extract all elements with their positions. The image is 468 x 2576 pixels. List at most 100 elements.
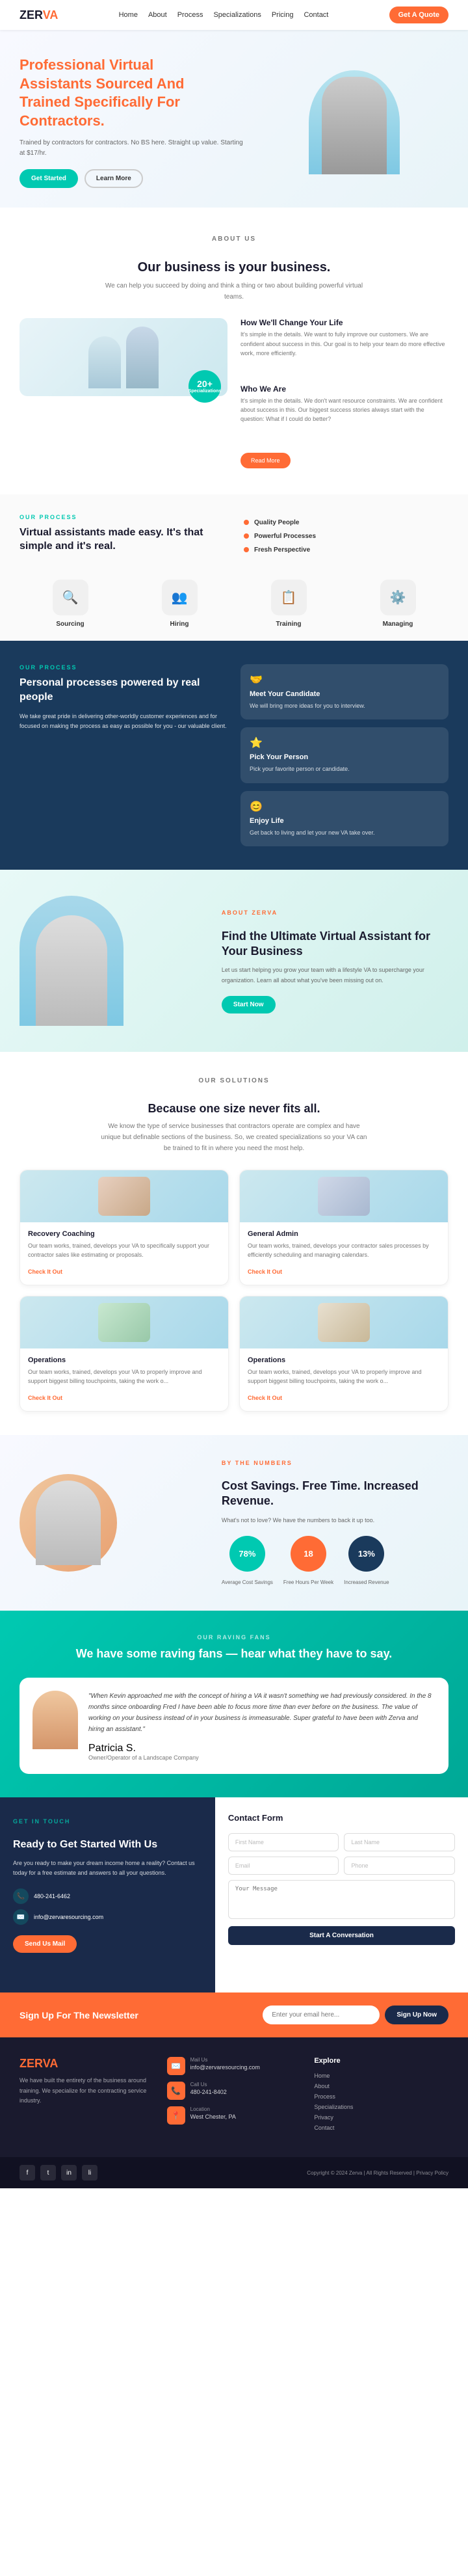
testimonial-heading: We have some raving fans — hear what the…	[20, 1646, 448, 1662]
savings-person-placeholder	[36, 1481, 101, 1565]
linkedin-icon[interactable]: li	[82, 2165, 98, 2180]
contact-first-name-input[interactable]	[228, 1833, 339, 1851]
contact-phone: 480-241-6462	[34, 1893, 70, 1899]
specs-heading: Because one size never fits all.	[20, 1102, 448, 1116]
contact-last-name-input[interactable]	[344, 1833, 455, 1851]
about-people-placeholder	[88, 327, 159, 388]
process-text-col: Our Process Virtual assistants made easy…	[20, 514, 224, 564]
contact-submit-button[interactable]: Start A Conversation	[228, 1926, 455, 1945]
twitter-icon[interactable]: t	[40, 2165, 56, 2180]
personal-card-enjoy-body: Get back to living and let your new VA t…	[250, 828, 439, 837]
hero-description: Trained by contractors for contractors. …	[20, 138, 246, 159]
find-va-person-image	[20, 896, 124, 1026]
nav-link-process[interactable]: Process	[177, 11, 203, 19]
newsletter-email-input[interactable]	[263, 2006, 380, 2024]
hero-section: Professional Virtual Assistants Sourced …	[0, 30, 468, 208]
facebook-icon[interactable]: f	[20, 2165, 35, 2180]
newsletter-section: Sign Up For The Newsletter Sign Up Now	[0, 1992, 468, 2037]
process-badge-dot-3	[244, 547, 249, 552]
spec-ops1-link[interactable]: Check It Out	[28, 1395, 62, 1401]
about-person1	[88, 336, 121, 388]
specs-tag: Our Solutions	[98, 1075, 370, 1086]
footer-contact-info: ✉️ Mail Us info@zervaresourcing.com 📞 Ca…	[167, 2057, 302, 2131]
spec-admin-placeholder	[318, 1177, 370, 1216]
spec-ops1-placeholder	[98, 1303, 150, 1342]
nav-cta-button[interactable]: Get A Quote	[389, 7, 448, 23]
hero-get-started-button[interactable]: Get Started	[20, 169, 78, 188]
savings-person-circle	[20, 1474, 117, 1572]
specs-subtext: We know the type of service businesses t…	[98, 1121, 370, 1154]
about-read-more-button[interactable]: Read More	[240, 453, 291, 468]
process-managing-label: Managing	[383, 621, 413, 628]
nav-link-pricing[interactable]: Pricing	[272, 11, 294, 19]
personal-cards: 🤝 Meet Your Candidate We will bring more…	[240, 664, 448, 846]
spec-recovery-link[interactable]: Check It Out	[28, 1268, 62, 1275]
nav-link-home[interactable]: Home	[119, 11, 138, 19]
stat-revenue: 13% Increased Revenue	[344, 1536, 389, 1587]
testimonial-role: Owner/Operator of a Landscape Company	[88, 1754, 436, 1761]
nav-link-about[interactable]: About	[148, 11, 167, 19]
personal-text: Our Process Personal processes powered b…	[20, 664, 228, 846]
nav-link-specializations[interactable]: Specializations	[213, 11, 261, 19]
contact-phone-input[interactable]	[344, 1857, 455, 1875]
hero-buttons: Get Started Learn More	[20, 169, 246, 188]
footer-phone-text: Call Us 480-241-8402	[190, 2082, 227, 2097]
spec-admin-link[interactable]: Check It Out	[248, 1268, 282, 1275]
hero-text: Professional Virtual Assistants Sourced …	[20, 56, 246, 188]
process-icon-sourcing: 🔍 Sourcing	[53, 580, 88, 628]
footer-bottom: f t in li Copyright © 2024 Zerva | All R…	[0, 2157, 468, 2188]
contact-form-heading: Contact Form	[228, 1813, 455, 1823]
nav-link-contact[interactable]: Contact	[304, 11, 328, 19]
process-sourcing-label: Sourcing	[56, 621, 84, 628]
footer-link-about[interactable]: About	[314, 2083, 448, 2089]
footer-link-specializations[interactable]: Specializations	[314, 2104, 448, 2110]
find-va-content: About Zerva Find the Ultimate Virtual As…	[222, 908, 448, 1013]
training-icon-circle: 📋	[271, 580, 307, 615]
process-layout: Our Process Virtual assistants made easy…	[20, 514, 448, 564]
process-icons-row: 🔍 Sourcing 👥 Hiring 📋 Training ⚙️ Managi…	[20, 580, 448, 628]
footer-nav: Explore Home About Process Specializatio…	[314, 2057, 448, 2131]
spec-card-admin: General Admin Our team works, trained, d…	[239, 1170, 448, 1285]
stat-free-time-circle: 18	[291, 1536, 326, 1572]
savings-section: By The Numbers Cost Savings. Free Time. …	[0, 1435, 468, 1611]
hero-person-placeholder	[322, 77, 387, 174]
spec-card-ops1: Operations Our team works, trained, deve…	[20, 1296, 229, 1412]
sourcing-icon-circle: 🔍	[53, 580, 88, 615]
footer-link-privacy[interactable]: Privacy	[314, 2114, 448, 2121]
contact-send-mail-button[interactable]: Send Us Mail	[13, 1935, 77, 1953]
spec-ops2-link[interactable]: Check It Out	[248, 1395, 282, 1401]
spec-card-admin-img	[240, 1170, 448, 1222]
contact-message-input[interactable]	[228, 1880, 455, 1919]
find-va-start-button[interactable]: Start Now	[222, 996, 276, 1013]
process-badge-3: Fresh Perspective	[244, 546, 448, 554]
hero-learn-more-button[interactable]: Learn More	[84, 169, 143, 188]
personal-card-meet: 🤝 Meet Your Candidate We will bring more…	[240, 664, 448, 719]
contact-email-input[interactable]	[228, 1857, 339, 1875]
footer-location-text: Location West Chester, PA	[190, 2106, 236, 2121]
footer-brand: ZERVA We have built the entirety of the …	[20, 2057, 154, 2131]
personal-card-meet-body: We will bring more ideas for you to inte…	[250, 701, 439, 710]
instagram-icon[interactable]: in	[61, 2165, 77, 2180]
footer-phone-icon: 📞	[167, 2082, 185, 2100]
find-va-heading: Find the Ultimate Virtual Assistant for …	[222, 929, 448, 959]
testimonial-tag: Our Raving Fans	[20, 1634, 448, 1641]
about-tag: About Us	[104, 234, 364, 245]
hero-headline: Professional Virtual Assistants Sourced …	[20, 56, 246, 130]
footer-grid: ZERVA We have built the entirety of the …	[20, 2057, 448, 2131]
hero-person-image	[309, 70, 400, 174]
newsletter-signup-button[interactable]: Sign Up Now	[385, 2006, 448, 2024]
process-hiring-label: Hiring	[170, 621, 189, 628]
personal-processes-section: Our Process Personal processes powered b…	[0, 641, 468, 870]
footer-link-process[interactable]: Process	[314, 2093, 448, 2100]
hero-image	[259, 70, 448, 174]
stat-revenue-circle: 13%	[348, 1536, 384, 1572]
meet-icon: 🤝	[250, 673, 439, 686]
about-item-1: How We'll Change Your Life It's simple i…	[240, 318, 448, 373]
stat-free-time: 18 Free Hours Per Week	[283, 1536, 333, 1587]
footer-link-home[interactable]: Home	[314, 2073, 448, 2079]
footer-link-contact[interactable]: Contact	[314, 2125, 448, 2131]
about-subtext: We can help you succeed by doing and thi…	[104, 280, 364, 302]
spec-card-ops2: Operations Our team works, trained, deve…	[239, 1296, 448, 1412]
process-badge-1: Quality People	[244, 519, 448, 526]
testimonial-section: Our Raving Fans We have some raving fans…	[0, 1611, 468, 1797]
